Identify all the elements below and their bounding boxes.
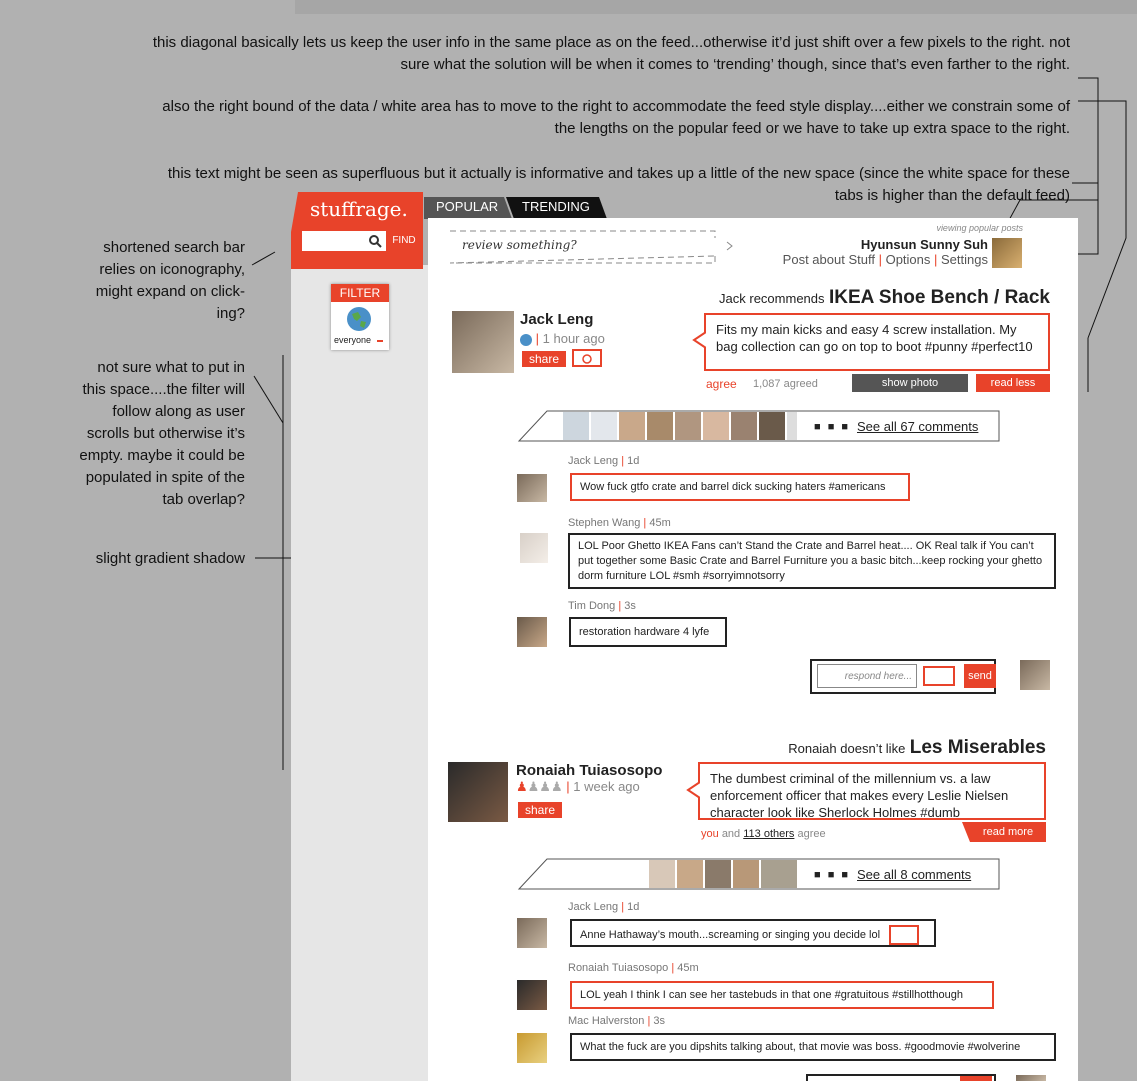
post-author-name[interactable]: Ronaiah Tuiasosopo [516,762,662,779]
post-author-avatar[interactable] [448,762,508,822]
post-author-name[interactable]: Jack Leng [520,311,593,328]
camera-icon[interactable] [889,925,920,945]
comment-meta: Tim Dong | 3s [568,600,636,612]
post-time: 1 hour ago [542,331,605,346]
main-diagonal [1060,218,1078,268]
filter-widget[interactable]: FILTER everyone [331,284,389,350]
post-review-bubble: Fits my main kicks and easy 4 screw inst… [704,313,1050,371]
send-button[interactable] [960,1076,992,1081]
agree-and: and [721,828,741,840]
current-user-name[interactable]: Hyunsun Sunny Suh [810,237,988,252]
agree-button[interactable]: agree [706,377,737,391]
bubble-pointer [692,331,706,349]
agree-button[interactable]: agree [797,828,825,840]
comment-meta: Mac Halverston | 3s [568,1015,666,1027]
comment-meta: Ronaiah Tuiasosopo | 45m [568,962,699,974]
globe-icon [520,333,532,346]
search-input[interactable] [302,231,386,251]
comment-avatar[interactable] [517,980,547,1010]
more-indicator: ■ ■ ■ [814,869,851,881]
comment-author[interactable]: Stephen Wang [568,517,640,529]
globe-icon [347,307,371,331]
header-links: Post about Stuff | Options | Settings [782,252,988,267]
post-time: 1 week ago [573,779,640,794]
find-button[interactable]: FIND [388,233,420,249]
show-photo-button[interactable]: show photo [852,374,968,392]
tab-popular[interactable]: POPULAR [428,196,498,218]
comment-author[interactable]: Mac Halverston [568,1015,644,1027]
respond-avatar [1016,1075,1046,1081]
read-more-button[interactable]: read more [972,826,1044,838]
filter-indicator [377,340,383,342]
user-avatar[interactable] [992,238,1022,268]
comment-time: 3s [624,600,636,612]
agree-count: 1,087 agreed [753,378,818,390]
post-author-avatar[interactable] [452,311,514,373]
comment-bubble: restoration hardware 4 lyfe [569,617,727,647]
read-less-button[interactable]: read less [976,374,1050,392]
post-about-stuff-link[interactable]: Post about Stuff [783,252,875,267]
comment-bubble: LOL yeah I think I can see her tastebuds… [570,981,994,1009]
comment-time: 45m [677,962,699,974]
post-review-bubble: The dumbest criminal of the millennium v… [698,762,1046,820]
respond-input[interactable]: respond here... [817,664,917,688]
see-all-comments-link[interactable]: See all 8 comments [857,867,971,882]
post-item-title[interactable]: Les Miserables [910,737,1046,758]
post-item-title[interactable]: IKEA Shoe Bench / Rack [829,287,1050,308]
comment-avatar[interactable] [517,474,547,502]
comment-author[interactable]: Jack Leng [568,455,618,467]
comment-author[interactable]: Jack Leng [568,901,618,913]
post-headline: Jack recommends IKEA Shoe Bench / Rack [650,287,1050,309]
brand-logo[interactable]: stuffrage. [310,197,408,221]
share-button[interactable]: share [518,802,562,818]
more-indicator: ■ ■ ■ [814,421,851,433]
post-meta: | 1 hour ago [520,331,605,346]
respond-avatar [1020,660,1050,690]
post-meta: ♟♟♟♟ | 1 week ago [516,779,640,794]
rating-icon: ♟ [516,779,528,794]
tab-trending[interactable]: TRENDING [514,196,590,218]
bubble-pointer [686,781,700,799]
comment-meta: Jack Leng | 1d [568,455,640,467]
comment-time: 1d [627,901,640,913]
comment-bubble: LOL Poor Ghetto IKEA Fans can’t Stand th… [568,533,1056,589]
comment-time: 1d [627,455,640,467]
comment-author[interactable]: Tim Dong [568,600,615,612]
send-button[interactable]: send [964,664,996,688]
review-input[interactable]: review something? [462,238,577,252]
comment-time: 45m [649,517,671,529]
camera-icon[interactable] [923,666,955,686]
camera-icon[interactable] [572,349,602,367]
filter-label: FILTER [331,284,389,302]
comment-avatar[interactable] [517,918,547,948]
see-all-comments-link[interactable]: See all 67 comments [857,419,978,434]
agree-summary: you and 113 others agree [701,828,826,840]
left-sidebar [291,265,428,1081]
comment-avatar[interactable] [517,617,547,647]
post-verb: Ronaiah doesn’t like [788,741,906,756]
viewing-label: viewing popular posts [936,223,1023,233]
share-button[interactable]: share [522,351,566,367]
comment-text: Anne Hathaway’s mouth...screaming or sin… [580,928,881,941]
comment-avatar[interactable] [517,1033,547,1063]
comment-author[interactable]: Ronaiah Tuiasosopo [568,962,668,974]
comment-bubble: What the fuck are you dipshits talking a… [570,1033,1056,1061]
search-icon[interactable] [368,234,382,248]
comment-meta: Jack Leng | 1d [568,901,640,913]
comment-bubble: Wow fuck gtfo crate and barrel dick suck… [570,473,910,501]
post-verb: Jack recommends [719,291,825,306]
post-headline: Ronaiah doesn’t like Les Miserables [600,737,1046,759]
comment-meta: Stephen Wang | 45m [568,517,671,529]
options-link[interactable]: Options [886,252,931,267]
filter-value: everyone [334,335,372,345]
agree-others-link[interactable]: 113 others [743,828,794,840]
comment-bubble: Anne Hathaway’s mouth...screaming or sin… [570,919,936,947]
agree-you: you [701,828,719,840]
settings-link[interactable]: Settings [941,252,988,267]
comment-time: 3s [653,1015,666,1027]
comment-avatar[interactable] [520,533,548,563]
